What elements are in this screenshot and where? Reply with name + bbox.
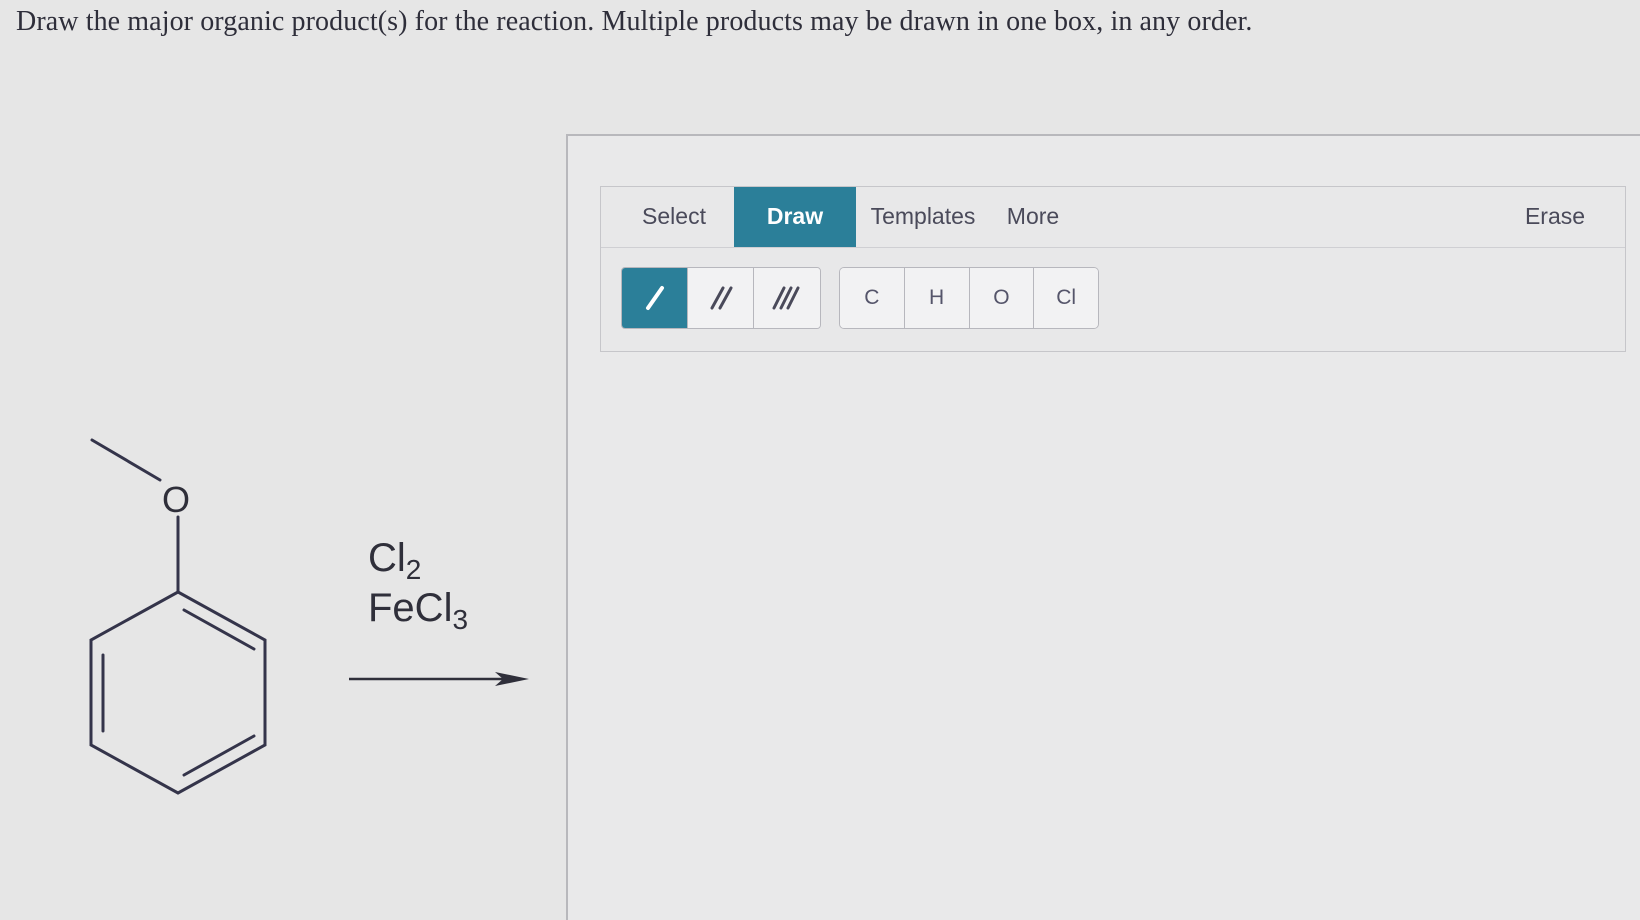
reagent-1-subscript: 2 — [405, 554, 422, 585]
reagent-2-symbol: FeCl — [368, 586, 453, 630]
erase-button[interactable]: Erase — [1515, 187, 1595, 247]
sketcher-toolbar: Select Draw Templates More Erase C H O C… — [600, 186, 1626, 352]
triple-bond-button[interactable] — [754, 268, 820, 328]
triple-bond-icon — [772, 286, 800, 310]
toolbar-tabs: Select Draw Templates More Erase — [601, 187, 1625, 248]
single-bond-button[interactable] — [622, 268, 688, 328]
tab-select[interactable]: Select — [619, 187, 729, 247]
atom-chlorine-button[interactable]: Cl — [1034, 268, 1098, 328]
double-bond-button[interactable] — [688, 268, 754, 328]
oxygen-atom-label: O — [162, 479, 190, 520]
atom-hydrogen-button[interactable]: H — [904, 268, 970, 328]
single-bond-icon — [645, 286, 664, 310]
tab-templates[interactable]: Templates — [863, 187, 983, 247]
question-prompt: Draw the major organic product(s) for th… — [16, 6, 1253, 37]
tab-draw[interactable]: Draw — [734, 187, 856, 247]
atom-carbon-button[interactable]: C — [840, 268, 905, 328]
tab-more[interactable]: More — [993, 187, 1073, 247]
double-bond-icon — [710, 286, 732, 310]
atom-tool-group: C H O Cl — [839, 267, 1099, 329]
atom-oxygen-button[interactable]: O — [969, 268, 1035, 328]
reactant-structure: O — [89, 438, 267, 795]
reagent-chlorine: Cl2 — [368, 536, 421, 586]
benzene-ring — [89, 590, 267, 795]
reaction-arrow — [349, 672, 529, 686]
bond-tool-group — [621, 267, 821, 329]
methyl-bond — [90, 438, 162, 482]
reagent-ferric-chloride: FeCl3 — [368, 586, 468, 636]
reagent-1-symbol: Cl — [368, 536, 406, 580]
reagent-2-subscript: 3 — [452, 604, 469, 635]
